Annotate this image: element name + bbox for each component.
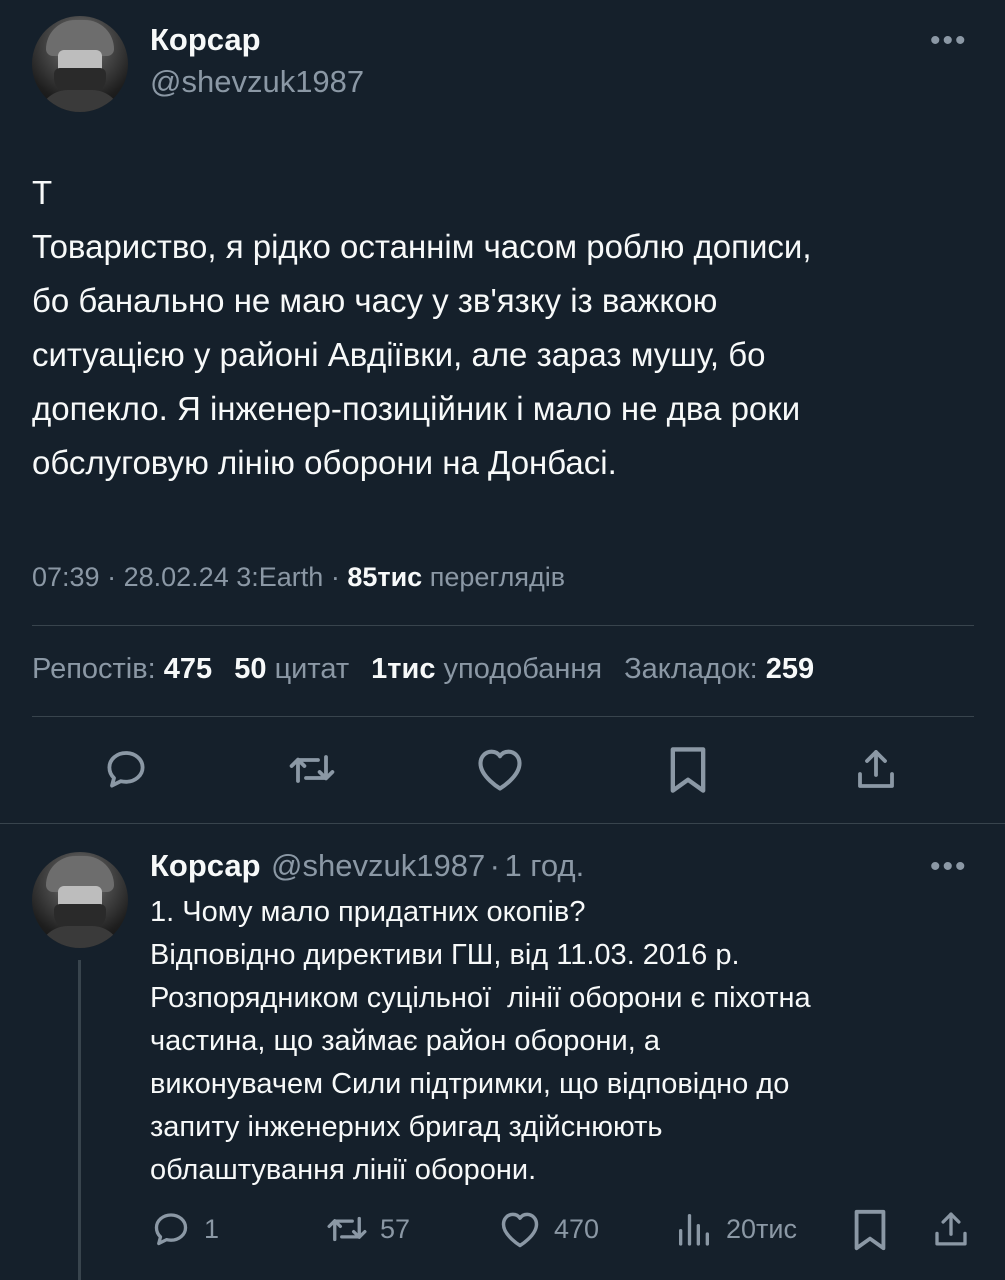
bookmarks-label: Закладок: [624,653,758,685]
reply-icon [154,1213,188,1246]
section-divider [0,823,1005,824]
reply-line: 1. Чому мало придатних окопів? [150,896,586,928]
tweet-line: допекло. Я інженер-позиційник і мало не … [32,390,801,427]
reply-more-options-icon[interactable]: ••• [930,850,968,884]
reply-line: запиту інженерних бригад здійснюють [150,1111,663,1143]
share-button[interactable] [852,745,900,793]
retweet-icon [327,1216,367,1242]
reply-line: Відповідно директиви ГШ, від 11.03. 2016… [150,939,740,971]
avatar-body [38,926,122,948]
tweet-line: Т [32,174,53,211]
reply-author-handle[interactable]: @shevzuk1987 [271,848,485,883]
author-avatar[interactable] [32,16,128,112]
reply-like-button[interactable]: 470 [498,1208,599,1250]
reply-views-button[interactable]: 20тис [674,1208,797,1250]
tweet-line: Товариство, я рідко останнім часом роблю… [32,228,812,265]
reply-line: облаштування лінії оборони. [150,1154,537,1186]
reply-retweet-button[interactable]: 57 [324,1208,410,1250]
views-icon [679,1214,709,1246]
reposts-count: 475 [163,653,213,685]
reply-share-button[interactable] [930,1208,972,1250]
bookmark-icon [670,747,706,793]
reply-time[interactable]: 1 год. [504,848,584,883]
quotes-count: 50 [234,653,267,685]
more-options-icon[interactable]: ••• [930,24,968,58]
share-icon [935,1212,967,1246]
thread-line [78,960,81,1280]
tweet-client: 3:Earth [236,562,324,592]
bookmark-button[interactable] [666,744,710,796]
divider [32,716,974,717]
heart-icon [478,749,522,791]
bookmarks-stat[interactable]: Закладок: 259 [624,653,814,685]
reposts-label: Репостів: [32,653,156,685]
quotes-label: цитат [274,653,350,685]
reply-line: виконувачем Сили підтримки, що відповідн… [150,1068,790,1100]
divider [32,625,974,626]
reposts-stat[interactable]: Репостів: 475 [32,653,220,685]
reply-body: 1. Чому мало придатних окопів? Відповідн… [150,891,980,1192]
views-count: 85тис [347,562,423,592]
reply-header: Корсар @shevzuk1987 · 1 год. [150,848,584,884]
reply-icon [107,751,145,788]
likes-count: 470 [554,1213,600,1244]
likes-stat[interactable]: 1тис уподобання [371,653,610,685]
retweets-count: 57 [380,1213,411,1244]
reply-separator: · [489,848,500,883]
retweet-icon [289,755,335,783]
author-name[interactable]: Корсар [150,22,261,58]
likes-label: уподобання [443,653,603,685]
retweet-button[interactable] [286,745,338,793]
meta-separator: · [107,562,117,592]
reply-author-name[interactable]: Корсар [150,848,261,883]
replies-count: 1 [204,1213,220,1244]
reply-reply-button[interactable]: 1 [150,1208,219,1250]
views-label: переглядів [429,562,566,592]
reply-button[interactable] [102,745,150,793]
likes-count: 1тис [371,653,436,685]
views-count: 20тис [726,1213,797,1244]
reply-line: частина, що займає район оборони, а [150,1025,660,1057]
quotes-stat[interactable]: 50 цитат [234,653,357,685]
tweet-stats: Репостів: 475 50 цитат 1тис уподобання З… [32,653,814,686]
tweet-date[interactable]: 28.02.24 [124,562,229,592]
tweet-line: обслуговую лінію оборони на Донбасі. [32,444,617,481]
share-icon [858,750,894,788]
tweet-line: бо банально не маю часу у зв'язку із важ… [32,282,718,319]
avatar-body [38,90,122,112]
heart-icon [501,1212,539,1248]
meta-separator: · [330,562,340,592]
like-button[interactable] [474,745,526,793]
tweet-line: ситуацією у районі Авдіївки, але зараз м… [32,336,766,373]
bookmark-icon [854,1209,886,1251]
reply-bookmark-button[interactable] [850,1207,890,1253]
reply-line: Розпорядником суцільної лінії оборони є … [150,982,811,1014]
reply-author-avatar[interactable] [32,852,128,948]
bookmarks-count: 259 [765,653,815,685]
tweet-time[interactable]: 07:39 [32,562,100,592]
tweet-meta: 07:39 · 28.02.24 3:Earth · 85тис перегля… [32,562,565,593]
author-handle[interactable]: @shevzuk1987 [150,64,364,100]
tweet-body: Т Товариство, я рідко останнім часом роб… [32,166,982,490]
